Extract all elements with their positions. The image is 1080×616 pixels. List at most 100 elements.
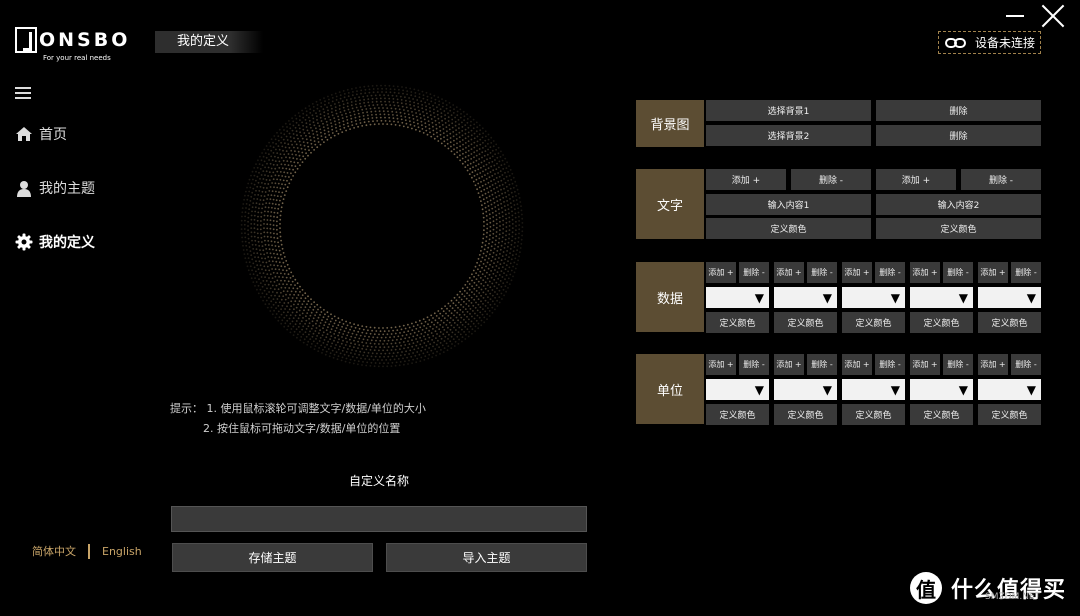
data-color-button[interactable]: 定义颜色: [706, 312, 769, 333]
chevron-down-icon: ▼: [1026, 290, 1036, 305]
unit-delete-button[interactable]: 删除 -: [1011, 354, 1041, 375]
chevron-down-icon: ▼: [754, 382, 764, 397]
chevron-down-icon: ▼: [890, 382, 900, 397]
logo-tagline: For your real needs: [43, 54, 111, 62]
unit-delete-button[interactable]: 删除 -: [807, 354, 837, 375]
select-background-1-button[interactable]: 选择背景1: [706, 100, 871, 121]
ring-decoration: [240, 84, 524, 368]
data-type-select[interactable]: ▼: [978, 287, 1041, 308]
text-color-1-button[interactable]: 定义颜色: [706, 218, 871, 239]
chevron-down-icon: ▼: [1026, 382, 1036, 397]
sidebar-item-my-definition[interactable]: 我的定义: [15, 232, 95, 252]
unit-color-button[interactable]: 定义颜色: [842, 404, 905, 425]
text-add-2-button[interactable]: 添加 +: [876, 169, 956, 190]
tip-line-2: 2. 按住鼠标可拖动文字/数据/单位的位置: [203, 422, 401, 435]
data-add-button[interactable]: 添加 +: [978, 262, 1008, 283]
unit-type-select[interactable]: ▼: [774, 379, 837, 400]
unit-type-select[interactable]: ▼: [842, 379, 905, 400]
unit-add-button[interactable]: 添加 +: [774, 354, 804, 375]
data-delete-button[interactable]: 删除 -: [1011, 262, 1041, 283]
theme-preview-canvas[interactable]: [232, 83, 532, 373]
text-delete-1-button[interactable]: 删除 -: [791, 169, 871, 190]
data-panel-label: 数据: [636, 262, 704, 332]
watermark-sub: SMZDM.NET: [985, 592, 1041, 602]
unit-color-button[interactable]: 定义颜色: [706, 404, 769, 425]
text-input-1-button[interactable]: 输入内容1: [706, 194, 871, 215]
data-delete-button[interactable]: 删除 -: [739, 262, 769, 283]
unit-type-select[interactable]: ▼: [978, 379, 1041, 400]
sidebar-item-label: 我的主题: [39, 181, 95, 197]
logo-text: ONSBO: [39, 29, 131, 51]
custom-name-label: 自定义名称: [348, 474, 409, 488]
background-panel-label: 背景图: [636, 100, 704, 147]
data-color-button[interactable]: 定义颜色: [842, 312, 905, 333]
data-add-button[interactable]: 添加 +: [706, 262, 736, 283]
tip-line-1: 提示： 1. 使用鼠标滚轮可调整文字/数据/单位的大小: [170, 402, 426, 415]
text-add-1-button[interactable]: 添加 +: [706, 169, 786, 190]
unit-type-select[interactable]: ▼: [706, 379, 769, 400]
watermark-logo: 值: [910, 572, 942, 604]
gear-icon: [15, 233, 33, 251]
unit-delete-button[interactable]: 删除 -: [943, 354, 973, 375]
select-background-2-button[interactable]: 选择背景2: [706, 125, 871, 146]
data-color-button[interactable]: 定义颜色: [910, 312, 973, 333]
lang-zh-link[interactable]: 简体中文: [32, 543, 76, 559]
data-delete-button[interactable]: 删除 -: [875, 262, 905, 283]
sidebar-item-my-themes[interactable]: 我的主题: [15, 178, 95, 198]
data-delete-button[interactable]: 删除 -: [943, 262, 973, 283]
unit-type-select[interactable]: ▼: [910, 379, 973, 400]
data-type-select[interactable]: ▼: [842, 287, 905, 308]
close-icon[interactable]: [1040, 3, 1066, 29]
unit-add-button[interactable]: 添加 +: [910, 354, 940, 375]
language-switcher: 简体中文 English: [32, 543, 142, 559]
lang-en-link[interactable]: English: [102, 545, 142, 558]
chevron-down-icon: ▼: [754, 290, 764, 305]
hamburger-menu-icon[interactable]: [15, 87, 31, 99]
data-color-button[interactable]: 定义颜色: [774, 312, 837, 333]
delete-background-1-button[interactable]: 删除: [876, 100, 1041, 121]
text-input-2-button[interactable]: 输入内容2: [876, 194, 1041, 215]
unit-add-button[interactable]: 添加 +: [706, 354, 736, 375]
data-add-button[interactable]: 添加 +: [774, 262, 804, 283]
unit-color-button[interactable]: 定义颜色: [910, 404, 973, 425]
data-add-button[interactable]: 添加 +: [842, 262, 872, 283]
link-icon: [945, 37, 967, 49]
home-icon: [15, 125, 33, 143]
sidebar-item-label: 首页: [39, 127, 67, 143]
data-type-select[interactable]: ▼: [910, 287, 973, 308]
data-type-select[interactable]: ▼: [706, 287, 769, 308]
unit-color-button[interactable]: 定义颜色: [774, 404, 837, 425]
logo-j-mark: [15, 27, 37, 53]
sidebar-item-home[interactable]: 首页: [15, 124, 67, 144]
minimize-icon[interactable]: [1006, 15, 1024, 17]
device-status-badge[interactable]: 设备未连接: [938, 31, 1041, 54]
chevron-down-icon: ▼: [958, 382, 968, 397]
device-status-label: 设备未连接: [975, 36, 1036, 50]
text-delete-2-button[interactable]: 删除 -: [961, 169, 1041, 190]
text-color-2-button[interactable]: 定义颜色: [876, 218, 1041, 239]
chevron-down-icon: ▼: [822, 382, 832, 397]
data-color-button[interactable]: 定义颜色: [978, 312, 1041, 333]
text-panel-label: 文字: [636, 169, 704, 239]
lang-divider: [88, 543, 90, 559]
unit-panel-label: 单位: [636, 354, 704, 424]
data-type-select[interactable]: ▼: [774, 287, 837, 308]
page-title: 我的定义: [155, 31, 263, 53]
unit-add-button[interactable]: 添加 +: [978, 354, 1008, 375]
data-delete-button[interactable]: 删除 -: [807, 262, 837, 283]
custom-name-input[interactable]: [171, 506, 587, 532]
unit-color-button[interactable]: 定义颜色: [978, 404, 1041, 425]
chevron-down-icon: ▼: [958, 290, 968, 305]
user-icon: [15, 179, 33, 197]
unit-add-button[interactable]: 添加 +: [842, 354, 872, 375]
jonsbo-logo: ONSBO For your real needs: [15, 27, 135, 67]
unit-delete-button[interactable]: 删除 -: [875, 354, 905, 375]
data-add-button[interactable]: 添加 +: [910, 262, 940, 283]
delete-background-2-button[interactable]: 删除: [876, 125, 1041, 146]
import-theme-button[interactable]: 导入主题: [386, 543, 587, 572]
chevron-down-icon: ▼: [890, 290, 900, 305]
save-theme-button[interactable]: 存储主题: [172, 543, 373, 572]
chevron-down-icon: ▼: [822, 290, 832, 305]
unit-delete-button[interactable]: 删除 -: [739, 354, 769, 375]
tips-text: 提示： 1. 使用鼠标滚轮可调整文字/数据/单位的大小 2. 按住鼠标可拖动文字…: [170, 399, 426, 439]
